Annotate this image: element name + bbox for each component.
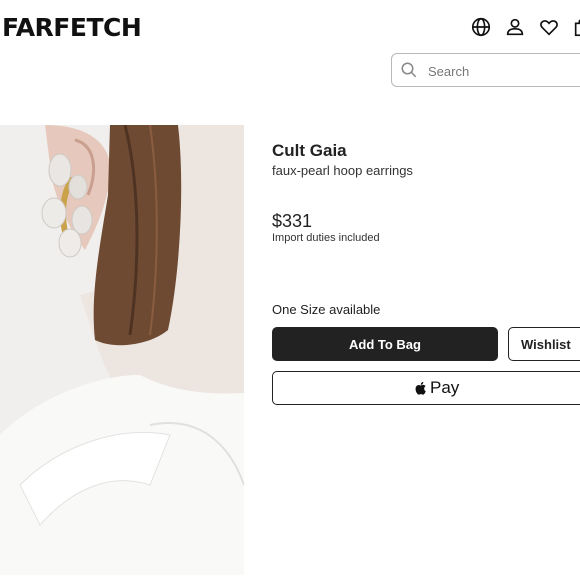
search-input[interactable]: [426, 54, 580, 88]
apple-logo-icon: [415, 381, 426, 395]
globe-icon[interactable]: [470, 16, 492, 38]
add-to-bag-button[interactable]: Add To Bag: [272, 327, 498, 361]
account-icon[interactable]: [504, 16, 526, 38]
search-box[interactable]: [391, 53, 580, 88]
product-brand[interactable]: Cult Gaia: [272, 141, 347, 161]
product-image[interactable]: [0, 125, 244, 575]
search-icon: [401, 62, 417, 78]
farfetch-logo[interactable]: FARFETCH: [2, 13, 142, 42]
wishlist-button[interactable]: Wishlist: [508, 327, 580, 361]
size-availability: One Size available: [272, 302, 381, 317]
duties-note: Import duties included: [272, 232, 380, 244]
wishlist-label: Wishlist: [521, 336, 571, 352]
model-earring-photo: [0, 125, 244, 575]
apple-pay-label: Pay: [430, 378, 460, 397]
product-price: $331: [272, 211, 313, 231]
wishlist-heart-icon[interactable]: [538, 16, 560, 38]
apple-pay-button[interactable]: Pay: [272, 371, 580, 405]
bag-icon[interactable]: [572, 16, 580, 38]
product-name: faux-pearl hoop earrings: [272, 163, 413, 178]
